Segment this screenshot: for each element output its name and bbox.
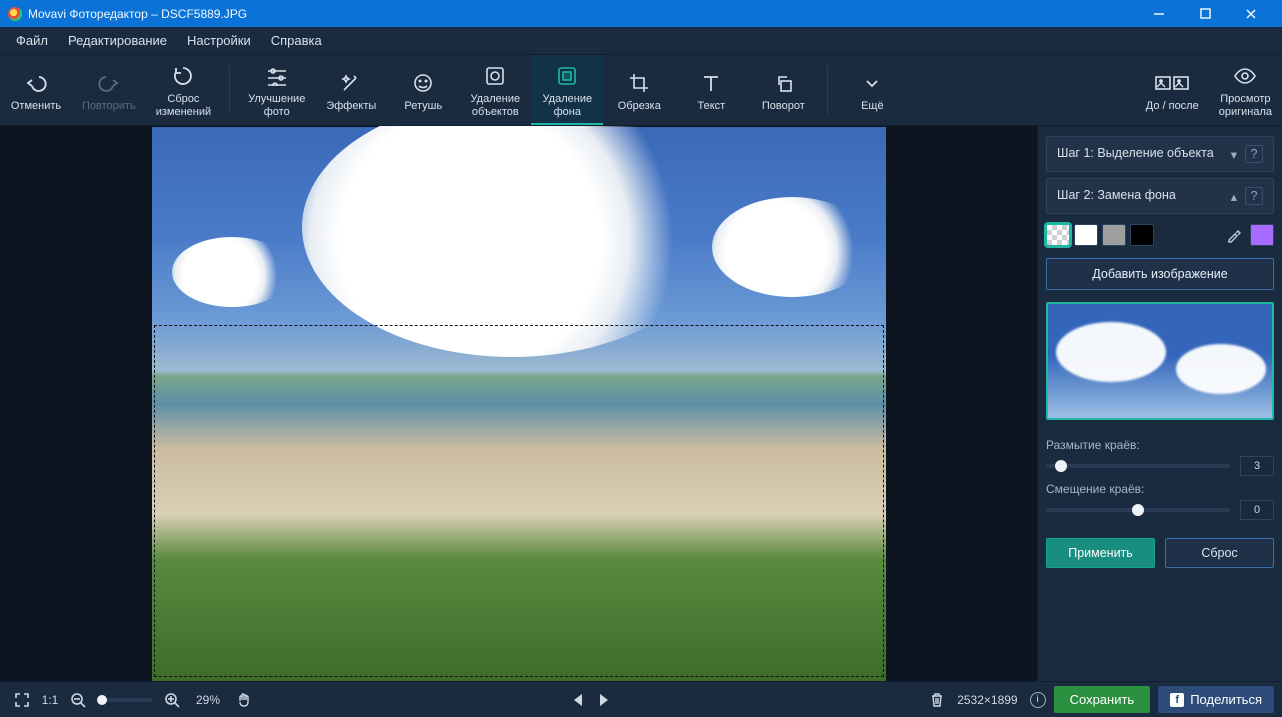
- more-button[interactable]: Ещё: [836, 55, 908, 125]
- background-removal-button[interactable]: Удаление фона: [531, 55, 603, 125]
- blur-value[interactable]: 3: [1240, 456, 1274, 476]
- chevron-down-icon: [864, 70, 880, 96]
- offset-value[interactable]: 0: [1240, 500, 1274, 520]
- help-step1-button[interactable]: ?: [1245, 145, 1263, 163]
- window-close-button[interactable]: [1228, 0, 1274, 27]
- delete-button[interactable]: [923, 686, 951, 714]
- menu-settings[interactable]: Настройки: [177, 29, 261, 52]
- eye-icon: [1233, 63, 1257, 89]
- undo-button[interactable]: Отменить: [0, 55, 72, 125]
- menu-help[interactable]: Справка: [261, 29, 332, 52]
- reset-icon: [171, 63, 195, 89]
- magic-wand-icon: [340, 70, 362, 96]
- toolbar: Отменить Повторить Сброс изменений Улучш…: [0, 55, 1282, 126]
- before-after-button[interactable]: До / после: [1136, 55, 1209, 125]
- blur-label: Размытие краёв:: [1046, 438, 1274, 452]
- menu-file[interactable]: Файл: [6, 29, 58, 52]
- zoom-level: 29%: [196, 693, 220, 707]
- side-panel: Шаг 1: Выделение объекта ▾ ? Шаг 2: Заме…: [1037, 126, 1282, 681]
- compare-icon: [1155, 70, 1189, 96]
- share-button[interactable]: f Поделиться: [1158, 686, 1274, 713]
- chevron-up-icon: ▴: [1231, 189, 1237, 204]
- object-removal-button[interactable]: Удаление объектов: [459, 55, 531, 125]
- help-step2-button[interactable]: ?: [1245, 187, 1263, 205]
- fit-button[interactable]: 1:1: [36, 686, 64, 714]
- chevron-down-icon: ▾: [1231, 147, 1237, 162]
- window-maximize-button[interactable]: [1182, 0, 1228, 27]
- zoom-in-button[interactable]: [158, 686, 186, 714]
- app-logo: [8, 7, 22, 21]
- statusbar: 1:1 29% 2532×1899 i Сохранить f Поделить…: [0, 681, 1282, 717]
- main-area: Шаг 1: Выделение объекта ▾ ? Шаг 2: Заме…: [0, 126, 1282, 681]
- undo-icon: [24, 70, 48, 96]
- text-button[interactable]: Текст: [675, 55, 747, 125]
- background-thumbnail[interactable]: [1046, 302, 1274, 420]
- text-icon: [700, 70, 722, 96]
- info-button[interactable]: i: [1030, 692, 1046, 708]
- view-original-button[interactable]: Просмотр оригинала: [1209, 55, 1282, 125]
- window-minimize-button[interactable]: [1136, 0, 1182, 27]
- swatch-custom[interactable]: [1250, 224, 1274, 246]
- swatch-gray[interactable]: [1102, 224, 1126, 246]
- fullscreen-button[interactable]: [8, 686, 36, 714]
- prev-image-button[interactable]: [565, 687, 591, 713]
- menubar: Файл Редактирование Настройки Справка: [0, 27, 1282, 55]
- rotate-icon: [772, 70, 794, 96]
- reset-button[interactable]: Сброс: [1165, 538, 1274, 568]
- offset-slider[interactable]: [1046, 508, 1230, 512]
- image-dimensions: 2532×1899: [957, 693, 1017, 707]
- image-canvas[interactable]: [152, 127, 886, 681]
- redo-icon: [97, 70, 121, 96]
- sliders-icon: [265, 63, 289, 89]
- canvas-area[interactable]: [0, 126, 1037, 681]
- rotate-button[interactable]: Поворот: [747, 55, 819, 125]
- next-image-button[interactable]: [591, 687, 617, 713]
- file-name: DSCF5889.JPG: [161, 7, 247, 21]
- crop-icon: [628, 70, 650, 96]
- step2-header[interactable]: Шаг 2: Замена фона ▴ ?: [1046, 178, 1274, 214]
- step1-header[interactable]: Шаг 1: Выделение объекта ▾ ?: [1046, 136, 1274, 172]
- apply-button[interactable]: Применить: [1046, 538, 1155, 568]
- add-image-button[interactable]: Добавить изображение: [1046, 258, 1274, 290]
- menu-edit[interactable]: Редактирование: [58, 29, 177, 52]
- effects-button[interactable]: Эффекты: [315, 55, 387, 125]
- window-title: Movavi Фоторедактор – DSCF5889.JPG: [28, 7, 247, 21]
- swatch-transparent[interactable]: [1046, 224, 1070, 246]
- swatch-black[interactable]: [1130, 224, 1154, 246]
- selection-marquee[interactable]: [154, 325, 884, 677]
- zoom-slider[interactable]: [98, 698, 152, 702]
- retouch-button[interactable]: Ретушь: [387, 55, 459, 125]
- reset-changes-button[interactable]: Сброс изменений: [146, 55, 221, 125]
- facebook-icon: f: [1170, 693, 1184, 707]
- hand-tool-button[interactable]: [230, 686, 258, 714]
- eyedropper-button[interactable]: [1222, 224, 1246, 246]
- background-icon: [556, 63, 578, 89]
- zoom-out-button[interactable]: [64, 686, 92, 714]
- swatch-white[interactable]: [1074, 224, 1098, 246]
- offset-label: Смещение краёв:: [1046, 482, 1274, 496]
- stamp-icon: [484, 63, 506, 89]
- redo-button[interactable]: Повторить: [72, 55, 146, 125]
- titlebar: Movavi Фоторедактор – DSCF5889.JPG: [0, 0, 1282, 27]
- app-name: Movavi Фоторедактор: [28, 7, 148, 21]
- crop-button[interactable]: Обрезка: [603, 55, 675, 125]
- save-button[interactable]: Сохранить: [1054, 686, 1151, 713]
- enhance-button[interactable]: Улучшение фото: [238, 55, 315, 125]
- blur-slider[interactable]: [1046, 464, 1230, 468]
- face-icon: [412, 70, 434, 96]
- color-swatches: [1046, 224, 1274, 246]
